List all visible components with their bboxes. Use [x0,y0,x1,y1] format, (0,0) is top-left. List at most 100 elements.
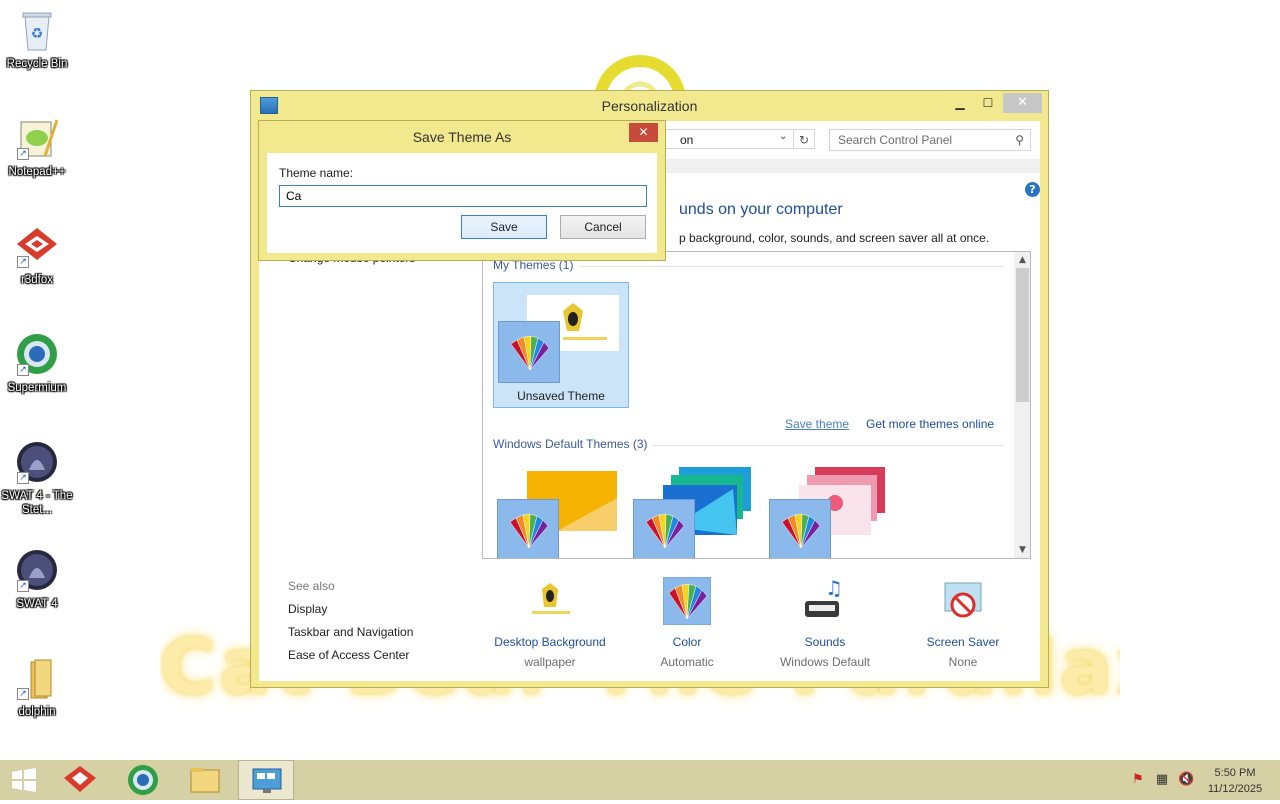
setting-name: Sounds [804,635,846,649]
taskbar-supermium[interactable] [115,760,171,800]
ease-of-access-link[interactable]: Ease of Access Center [288,648,409,662]
personalization-icon [252,768,282,793]
scroll-thumb[interactable] [1016,268,1029,402]
shortcut-arrow-icon: ↗ [17,688,29,700]
address-text: on [680,133,694,147]
chevron-down-icon[interactable]: ⌄ [779,131,787,142]
color-palette-icon [662,576,712,626]
setting-name: Screen Saver [926,635,1000,649]
desktop-icon-swat4-stetchkov[interactable]: ↗ SWAT 4 - The Stet... [0,440,74,517]
maximize-button[interactable]: ☐ [975,93,1001,113]
desktop-icon-dolphin[interactable]: ↗ dolphin [0,656,74,719]
get-more-themes-link[interactable]: Get more themes online [866,417,994,431]
swat4-icon: ↗ [15,548,59,592]
scroll-down-icon[interactable]: ▼ [1014,542,1030,558]
display-link[interactable]: Display [288,602,327,616]
group-divider [651,445,1005,446]
see-also-heading: See also [288,579,335,593]
color-palette-icon [497,499,559,558]
sounds-icon: ♫ [801,576,849,625]
supermium-icon [128,765,158,795]
color-setting[interactable]: Color Automatic [617,576,757,669]
setting-value: Windows Default [779,655,871,669]
minimize-button[interactable]: ▁ [947,93,973,113]
swat4-icon: ↗ [15,440,59,484]
notepad-plus-plus-icon: ↗ [15,116,59,160]
r3dfox-icon [64,766,96,792]
taskbar: ⚑ ▦ 🔇 5:50 PM 11/12/2025 [0,760,1280,800]
svg-text:♻: ♻ [31,26,44,42]
theme-tile-flowers[interactable] [769,467,889,558]
windows-logo-icon [12,768,36,792]
theme-name-input[interactable]: Ca [279,185,647,207]
dialog-title: Save Theme As [412,129,512,145]
desktop-icon-recycle-bin[interactable]: ♻ Recycle Bin [0,8,74,71]
setting-name: Color [672,635,702,649]
scroll-up-icon[interactable]: ▲ [1014,252,1030,268]
theme-tile-windows[interactable] [497,467,619,558]
action-center-icon[interactable]: ⚑ [1130,772,1146,788]
search-icon[interactable]: ⚲ [1015,130,1024,150]
volume-muted-icon[interactable]: 🔇 [1178,772,1194,788]
start-button[interactable] [8,766,40,794]
shortcut-arrow-icon: ↗ [17,148,29,160]
desktop-icon-label: r3dfox [21,274,53,286]
setting-name: Desktop Background [494,635,606,649]
page-heading: unds on your computer [679,201,843,218]
clock-time: 5:50 PM [1214,767,1256,779]
setting-value: None [948,655,978,669]
unsaved-theme-tile[interactable]: Unsaved Theme [493,282,629,408]
dialog-close-button[interactable]: ✕ [629,123,658,142]
desktop-background-setting[interactable]: Desktop Background wallpaper [480,577,620,669]
color-palette-icon [633,499,695,558]
network-icon[interactable]: ▦ [1154,772,1170,788]
desktop-icon-supermium[interactable]: ↗ Supermium [0,332,74,395]
taskbar-navigation-link[interactable]: Taskbar and Navigation [288,625,413,639]
taskbar-personalization[interactable] [238,760,294,800]
refresh-icon[interactable]: ↻ [793,129,815,149]
theme-list: My Themes (1) Unsaved Theme Save theme G… [482,251,1031,559]
save-theme-link[interactable]: Save theme [785,417,849,431]
search-placeholder: Search Control Panel [838,133,953,147]
page-description: p background, color, sounds, and screen … [679,231,990,245]
desktop-icon-label: Supermium [7,382,67,394]
theme-tile-lines-and-colors[interactable] [633,467,753,558]
shortcut-arrow-icon: ↗ [17,472,29,484]
save-theme-dialog: Save Theme As ✕ Theme name: Ca Save Canc… [258,120,666,261]
sounds-setting[interactable]: ♫ Sounds Windows Default [755,576,895,669]
svg-text:♫: ♫ [825,577,843,600]
close-button[interactable]: ✕ [1003,93,1042,113]
unsaved-theme-label: Unsaved Theme [517,389,605,403]
folder-icon [190,768,220,793]
dialog-body: Theme name: Ca Save Cancel [267,153,657,253]
window-title: Personalization [601,98,698,114]
desktop-icon-notepad-plus-plus[interactable]: ↗ Notepad++ [0,116,74,179]
desktop-icon-label: dolphin [18,706,56,718]
help-icon[interactable]: ? [1025,182,1040,197]
theme-list-scrollbar[interactable]: ▲ ▼ [1014,252,1030,558]
color-palette-icon [498,321,560,383]
desktop-icon-r3dfox[interactable]: ↗ r3dfox [0,224,74,287]
screen-saver-icon [939,577,987,625]
desktop-icon-label: SWAT 4 [16,598,58,610]
shortcut-arrow-icon: ↗ [17,364,29,376]
clock-date: 11/12/2025 [1207,783,1263,795]
setting-value: wallpaper [524,655,576,669]
shortcut-arrow-icon: ↗ [17,256,29,268]
taskbar-file-explorer[interactable] [177,760,233,800]
cancel-button[interactable]: Cancel [560,215,646,239]
shortcut-arrow-icon: ↗ [17,580,29,592]
supermium-icon: ↗ [15,332,59,376]
search-input[interactable]: Search Control Panel ⚲ [829,129,1031,151]
save-button[interactable]: Save [461,215,547,239]
screen-saver-setting[interactable]: Screen Saver None [893,577,1033,669]
system-clock[interactable]: 5:50 PM 11/12/2025 [1200,765,1270,797]
group-divider [579,266,1005,267]
folder-icon: ↗ [15,656,59,700]
desktop-icon-label: Recycle Bin [6,58,68,70]
default-themes-group-header: Windows Default Themes (3) [493,437,648,451]
desktop-icon-swat4[interactable]: ↗ SWAT 4 [0,548,74,611]
color-palette-icon [769,499,831,558]
taskbar-r3dfox[interactable] [52,760,108,800]
desktop-icon-label: SWAT 4 - The Stet... [1,490,73,516]
